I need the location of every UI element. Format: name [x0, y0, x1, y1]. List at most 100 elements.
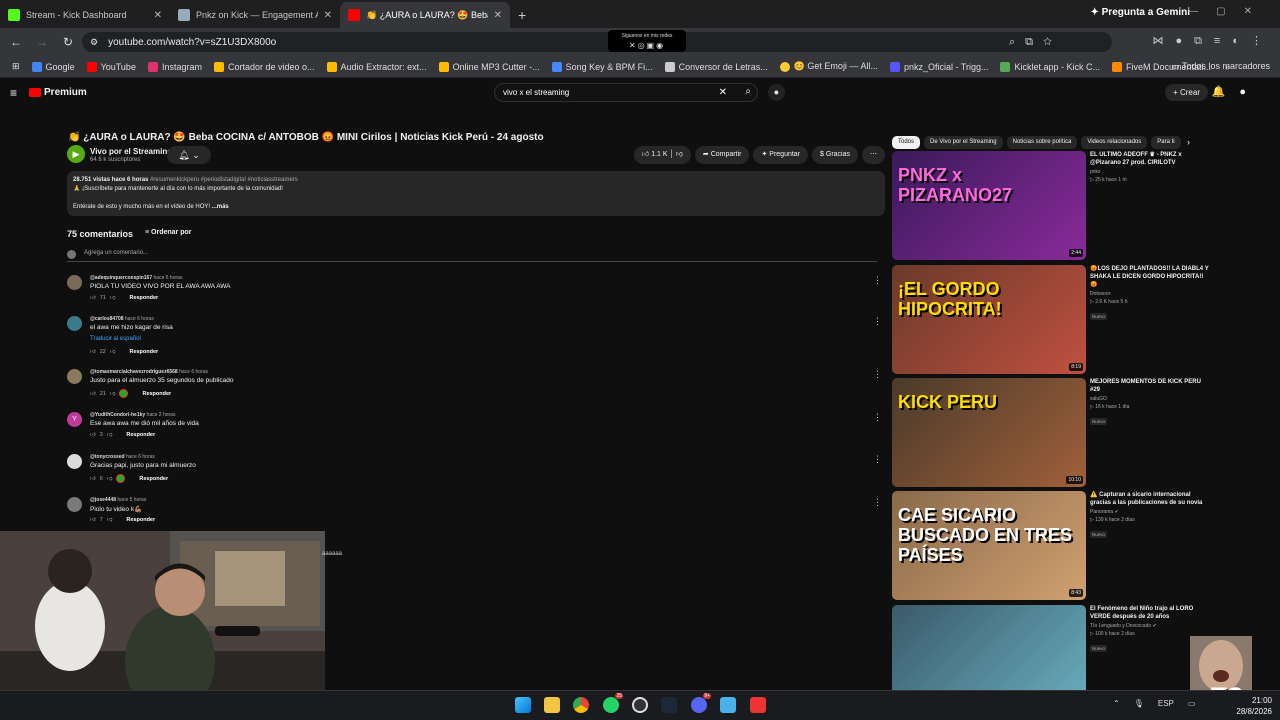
chrome-icon[interactable]: [573, 697, 589, 713]
network-icon[interactable]: ▭: [1188, 699, 1196, 708]
notification-bell-button[interactable]: 🔔︎ ⌄: [167, 146, 211, 164]
back-button[interactable]: ←: [6, 35, 26, 49]
thumbs-up-icon[interactable]: 👍︎: [90, 349, 96, 355]
new-tab-button[interactable]: +: [518, 2, 526, 28]
bookmark-getemoji[interactable]: 😊 Get Emoji — All...: [779, 61, 878, 72]
chip-all[interactable]: Todos: [892, 136, 921, 149]
bookmark-google[interactable]: Google: [31, 61, 75, 72]
thumbs-up-icon[interactable]: 👍︎: [90, 391, 96, 397]
recommended-channel[interactable]: Dotosoor: [1090, 291, 1210, 297]
recommended-title[interactable]: MEJORES MOMENTOS DE KICK PERU #29: [1090, 378, 1210, 394]
commenter-avatar[interactable]: [67, 369, 82, 384]
bookmark-cortador[interactable]: Cortador de video o...: [213, 61, 315, 72]
video-thumbnail[interactable]: CAE SICARIO BUSCADO EN TRES PAÍSES 8:43: [892, 491, 1086, 600]
commenter-handle[interactable]: @tonycrossed: [90, 454, 125, 460]
add-comment-input[interactable]: Agrega un comentario...: [67, 250, 877, 262]
gemini-button[interactable]: ✦ Pregunta a Gemini: [1090, 7, 1190, 18]
tab-youtube-video[interactable]: 👏 ¿AURA o LAURA? 🤩 Beba ✕: [340, 2, 510, 28]
site-info-icon[interactable]: ⚙: [90, 37, 98, 48]
comment-menu-icon[interactable]: ⋮: [873, 369, 882, 380]
recommended-title[interactable]: ⚠️ Capturan a sicario internacional grac…: [1090, 491, 1210, 507]
clock[interactable]: 21:00 28/8/2026: [1236, 695, 1272, 717]
chip-for-you[interactable]: Para ti: [1151, 136, 1181, 149]
address-bar[interactable]: ⚙ youtube.com/watch?v=sZ1U3DX800o ⌕⧉☆: [82, 32, 1112, 52]
thanks-button[interactable]: $ Gracias: [812, 146, 858, 164]
address-bar-actions[interactable]: ⌕⧉☆: [1009, 36, 1062, 49]
reply-button[interactable]: Responder: [129, 349, 158, 355]
commenter-avatar[interactable]: Y: [67, 412, 82, 427]
recommended-channel[interactable]: pnkz: [1090, 169, 1210, 175]
close-tab-icon[interactable]: ✕: [154, 10, 162, 21]
all-bookmarks-button[interactable]: ▭ Todos los marcadores: [1171, 61, 1270, 72]
commenter-handle[interactable]: @YudithCondori-he1ky: [90, 412, 145, 418]
show-hidden-icons[interactable]: ⌃: [1113, 699, 1120, 708]
video-thumbnail[interactable]: KICK PERU 10:10: [892, 378, 1086, 487]
thumbs-down-icon[interactable]: 👎︎: [107, 476, 113, 482]
youtube-premium-logo[interactable]: Premium: [29, 87, 87, 98]
discord-icon[interactable]: 9+: [691, 693, 711, 713]
recommended-title[interactable]: EL ULTIMO ADEOFF ♛ - PNKZ x @Pizarano 27…: [1090, 151, 1210, 167]
thumbs-down-icon[interactable]: 👎︎: [110, 391, 116, 397]
reply-button[interactable]: Responder: [126, 432, 155, 438]
commenter-avatar[interactable]: [67, 275, 82, 290]
social-extension-badge[interactable]: Siguenos en mis redes ✕◎▣◉: [608, 30, 686, 52]
video-description[interactable]: 28.751 vistas hace 6 horas #resumenkickp…: [67, 171, 885, 216]
clear-search-icon[interactable]: ✕: [719, 87, 727, 98]
comment-menu-icon[interactable]: ⋮: [873, 454, 882, 465]
channel-name[interactable]: Vivo por el Streaming: [90, 147, 172, 156]
create-button[interactable]: + Crear: [1165, 84, 1208, 101]
hashtags[interactable]: #resumenkickperu #periodistadigital #not…: [150, 177, 298, 183]
recommended-title[interactable]: El Fenómeno del Niño trajo al LORO VERDE…: [1090, 605, 1210, 621]
bookmark-youtube[interactable]: YouTube: [86, 61, 136, 72]
bookmark-kicklet[interactable]: Kicklet.app - Kick C...: [1000, 61, 1100, 72]
reply-button[interactable]: Responder: [126, 517, 155, 523]
recommended-video[interactable]: ¡EL GORDO HIPOCRITA! 8:19 😡LOS DEJO PLANTA…: [892, 265, 1272, 375]
thumbs-up-icon[interactable]: 👍︎: [90, 295, 96, 301]
recommended-channel[interactable]: xaluGO: [1090, 396, 1210, 402]
reload-button[interactable]: ↻: [58, 35, 78, 49]
thumbs-down-icon[interactable]: 👎︎: [110, 349, 116, 355]
show-more-link[interactable]: ...más: [212, 204, 229, 210]
reply-button[interactable]: Responder: [142, 391, 171, 397]
commenter-handle[interactable]: @tomasmarcialchavezrodriguez6568: [90, 369, 178, 375]
recommended-channel[interactable]: Panorama ✔: [1090, 509, 1210, 515]
thumbs-up-icon[interactable]: 👍︎: [90, 476, 96, 482]
bookmark-mp3-cutter[interactable]: Online MP3 Cutter -...: [438, 61, 540, 72]
chip-politics[interactable]: Noticias sobre política: [1006, 136, 1078, 149]
dislike-icon[interactable]: │ 👎︎: [668, 151, 682, 158]
bookmark-audio-extractor[interactable]: Audio Extractor: ext...: [326, 61, 427, 72]
tab-kick-dashboard[interactable]: Stream - Kick Dashboard ✕: [0, 2, 170, 28]
thumbs-down-icon[interactable]: 👎︎: [107, 432, 113, 438]
close-tab-icon[interactable]: ✕: [324, 10, 332, 21]
channel-avatar[interactable]: ▶: [67, 145, 85, 163]
thumbs-down-icon[interactable]: 👎︎: [107, 517, 113, 523]
close-tab-icon[interactable]: ✕: [494, 10, 502, 21]
commenter-handle[interactable]: @carlos84708: [90, 316, 124, 322]
chips-next-icon[interactable]: ›: [1187, 137, 1190, 147]
whatsapp-icon[interactable]: 25: [603, 693, 623, 713]
bookmark-conversor[interactable]: Conversor de Letras...: [664, 61, 768, 72]
notepad-icon[interactable]: [720, 697, 736, 713]
commenter-avatar[interactable]: [67, 454, 82, 469]
chip-related[interactable]: Videos relacionados: [1081, 136, 1148, 149]
commenter-handle[interactable]: @adequinquercoespin167: [90, 275, 152, 281]
thumbs-up-icon[interactable]: 👍︎: [90, 432, 96, 438]
bookmark-song-key[interactable]: Song Key & BPM Fi...: [551, 61, 653, 72]
hamburger-menu-icon[interactable]: ≡: [10, 86, 17, 100]
sort-comments-button[interactable]: ≡ Ordenar por: [145, 229, 191, 236]
ask-button[interactable]: ✦ Preguntar: [753, 146, 809, 164]
voice-search-icon[interactable]: ●: [768, 84, 785, 101]
share-button[interactable]: ➦ Compartir: [694, 146, 750, 164]
bookmark-pnkz[interactable]: pnkz_Oficial - Trigg...: [889, 61, 988, 72]
comment-menu-icon[interactable]: ⋮: [873, 497, 882, 508]
app-icon[interactable]: [750, 697, 766, 713]
recommended-video[interactable]: PNKZ x PIZARANO27 2:44 EL ULTIMO ADEOFF ♛ …: [892, 151, 1272, 261]
video-thumbnail[interactable]: PNKZ x PIZARANO27 2:44: [892, 151, 1086, 260]
comment-menu-icon[interactable]: ⋮: [873, 412, 882, 423]
forward-button[interactable]: →: [32, 35, 52, 49]
comment-menu-icon[interactable]: ⋮: [873, 275, 882, 286]
windows-start-icon[interactable]: [515, 697, 531, 713]
commenter-avatar[interactable]: [67, 316, 82, 331]
tab-pnkz-engagement[interactable]: Pnkz on Kick — Engagement A ✕: [170, 2, 340, 28]
video-thumbnail[interactable]: ¡EL GORDO HIPOCRITA! 8:19: [892, 265, 1086, 374]
